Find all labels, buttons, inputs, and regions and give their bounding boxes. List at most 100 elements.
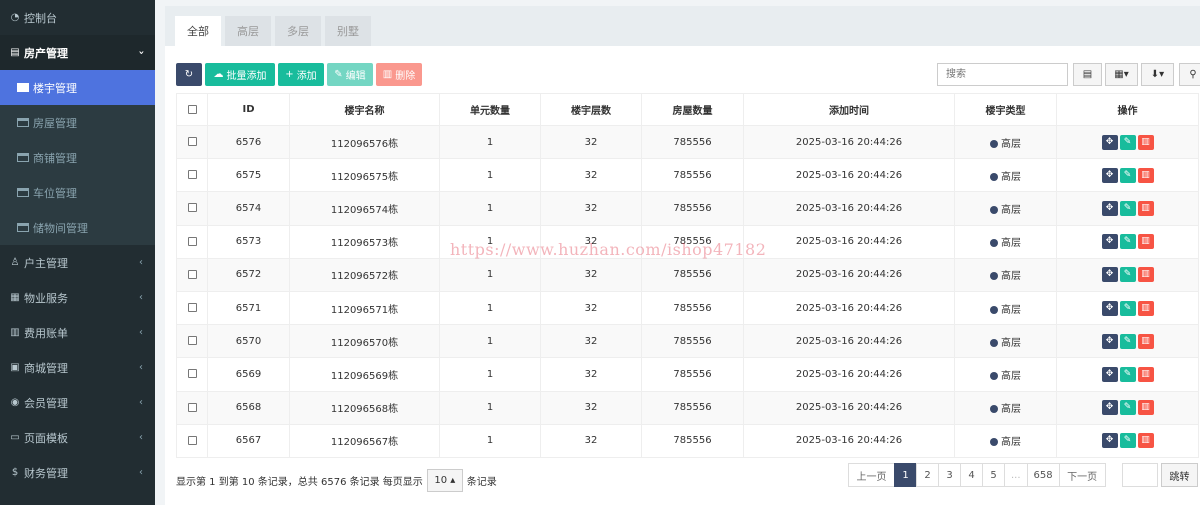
row-checkbox[interactable] [187, 269, 197, 279]
table-row[interactable]: 6568 112096568栋 1 32 785556 2025-03-16 20:44:… [176, 390, 1199, 425]
table-row[interactable]: 6567 112096567栋 1 32 785556 2025-03-16 20:44:… [176, 423, 1199, 458]
table-row[interactable]: 6571 112096571栋 1 32 785556 2025-03-16 20:44:… [176, 290, 1199, 326]
column-header-type[interactable]: 楼宇类型 [954, 93, 1057, 126]
select-all-cell[interactable] [176, 93, 208, 126]
search-toggle-button[interactable]: ⚲ [1179, 63, 1200, 86]
drag-move-button[interactable]: ✥ [1101, 267, 1118, 283]
row-checkbox[interactable] [187, 203, 197, 213]
sidebar-item-finance[interactable]: $ 财务管理 ‹ [0, 455, 155, 490]
row-checkbox[interactable] [187, 369, 197, 379]
row-select-cell[interactable] [176, 124, 208, 160]
table-row[interactable]: 6572 112096572栋 1 32 785556 2025-03-16 20:44:… [176, 257, 1199, 292]
select-all-checkbox[interactable] [187, 104, 197, 114]
tab-all[interactable]: 全部 [175, 16, 221, 46]
drag-move-button[interactable]: ✥ [1101, 200, 1118, 216]
row-delete-button[interactable]: ▥ [1137, 267, 1154, 283]
column-header-time[interactable]: 添加时间 [743, 93, 955, 126]
sidebar-item-templates[interactable]: ▭ 页面模板 ‹ [0, 420, 155, 455]
row-delete-button[interactable]: ▥ [1137, 300, 1154, 316]
row-edit-button[interactable]: ✎ [1119, 234, 1136, 250]
page-button[interactable]: 3 [938, 463, 961, 487]
drag-move-button[interactable]: ✥ [1101, 433, 1118, 449]
drag-move-button[interactable]: ✥ [1101, 167, 1118, 183]
column-header-floors[interactable]: 楼宇层数 [540, 93, 642, 126]
row-edit-button[interactable]: ✎ [1119, 300, 1136, 316]
page-button[interactable]: 5 [982, 463, 1005, 487]
sidebar-subitem-storage[interactable]: 储物间管理 [0, 210, 155, 245]
row-checkbox[interactable] [187, 137, 197, 147]
sidebar-subitem-parking[interactable]: 车位管理 [0, 175, 155, 210]
table-row[interactable]: 6574 112096574栋 1 32 785556 2025-03-16 20:44:… [176, 191, 1199, 226]
sidebar-item-owners[interactable]: ♙ 户主管理 ‹ [0, 245, 155, 280]
next-page-button[interactable]: 下一页 [1058, 463, 1106, 487]
row-edit-button[interactable]: ✎ [1119, 167, 1136, 183]
drag-move-button[interactable]: ✥ [1101, 400, 1118, 416]
row-checkbox[interactable] [187, 170, 197, 180]
table-row[interactable]: 6576 112096576栋 1 32 785556 2025-03-16 20:44:… [176, 124, 1199, 160]
row-select-cell[interactable] [176, 158, 208, 193]
row-edit-button[interactable]: ✎ [1119, 333, 1136, 349]
row-checkbox[interactable] [187, 336, 197, 346]
column-header-units[interactable]: 单元数量 [439, 93, 541, 126]
search-input[interactable] [937, 63, 1068, 86]
row-edit-button[interactable]: ✎ [1119, 433, 1136, 449]
row-select-cell[interactable] [176, 390, 208, 425]
drag-move-button[interactable]: ✥ [1101, 366, 1118, 382]
column-header-houses[interactable]: 房屋数量 [641, 93, 744, 126]
prev-page-button[interactable]: 上一页 [848, 463, 895, 487]
batch-add-button[interactable]: ☁ 批量添加 [205, 63, 275, 86]
row-edit-button[interactable]: ✎ [1119, 200, 1136, 216]
sidebar-item-mall[interactable]: ▣ 商城管理 ‹ [0, 350, 155, 385]
column-header-id[interactable]: ID [207, 93, 290, 126]
drag-move-button[interactable]: ✥ [1101, 234, 1118, 250]
row-delete-button[interactable]: ▥ [1137, 333, 1154, 349]
row-delete-button[interactable]: ▥ [1137, 366, 1154, 382]
table-row[interactable]: 6573 112096573栋 1 32 785556 2025-03-16 20:44:… [176, 224, 1199, 259]
sidebar-item-console[interactable]: ◔ 控制台 [0, 0, 155, 35]
row-checkbox[interactable] [187, 303, 197, 313]
row-select-cell[interactable] [176, 423, 208, 458]
page-button[interactable]: 2 [916, 463, 939, 487]
row-delete-button[interactable]: ▥ [1137, 200, 1154, 216]
page-button[interactable]: 658 [1026, 463, 1060, 487]
add-button[interactable]: + 添加 [278, 63, 324, 86]
sidebar-subitem-buildings[interactable]: 楼宇管理 [0, 70, 155, 105]
row-edit-button[interactable]: ✎ [1119, 134, 1136, 150]
row-delete-button[interactable]: ▥ [1137, 134, 1154, 150]
drag-move-button[interactable]: ✥ [1101, 333, 1118, 349]
delete-button[interactable]: ▥ 删除 [376, 63, 422, 86]
columns-button[interactable]: ▦▾ [1105, 63, 1138, 86]
table-row[interactable]: 6570 112096570栋 1 32 785556 2025-03-16 20:44:… [176, 324, 1199, 359]
row-select-cell[interactable] [176, 191, 208, 226]
sidebar-subitem-houses[interactable]: 房屋管理 [0, 105, 155, 140]
row-checkbox[interactable] [187, 402, 197, 412]
jump-page-input[interactable] [1122, 463, 1158, 487]
table-row[interactable]: 6569 112096569栋 1 32 785556 2025-03-16 20:44:… [176, 357, 1199, 392]
tab-multi-storey[interactable]: 多层 [275, 16, 321, 46]
row-delete-button[interactable]: ▥ [1137, 400, 1154, 416]
row-delete-button[interactable]: ▥ [1137, 433, 1154, 449]
sidebar-item-services[interactable]: ▦ 物业服务 ‹ [0, 280, 155, 315]
row-select-cell[interactable] [176, 224, 208, 259]
row-checkbox[interactable] [187, 236, 197, 246]
toggle-view-button[interactable]: ▤ [1073, 63, 1102, 86]
row-select-cell[interactable] [176, 257, 208, 292]
row-select-cell[interactable] [176, 357, 208, 392]
row-select-cell[interactable] [176, 324, 208, 359]
row-delete-button[interactable]: ▥ [1137, 167, 1154, 183]
table-row[interactable]: 6575 112096575栋 1 32 785556 2025-03-16 20:44:… [176, 158, 1199, 193]
sidebar-item-property[interactable]: ▤ 房产管理 › [0, 35, 155, 70]
export-button[interactable]: ⬇▾ [1141, 63, 1174, 86]
column-header-name[interactable]: 楼宇名称 [289, 93, 440, 126]
row-edit-button[interactable]: ✎ [1119, 400, 1136, 416]
row-delete-button[interactable]: ▥ [1137, 234, 1154, 250]
row-edit-button[interactable]: ✎ [1119, 366, 1136, 382]
sidebar-subitem-shops[interactable]: 商铺管理 [0, 140, 155, 175]
row-edit-button[interactable]: ✎ [1119, 267, 1136, 283]
page-button[interactable]: 4 [960, 463, 983, 487]
edit-button[interactable]: ✎ 编辑 [327, 63, 373, 86]
row-select-cell[interactable] [176, 290, 208, 326]
page-size-select[interactable]: 10 ▴ [426, 469, 463, 492]
jump-button[interactable]: 跳转 [1161, 463, 1198, 487]
page-button[interactable]: 1 [894, 463, 917, 487]
